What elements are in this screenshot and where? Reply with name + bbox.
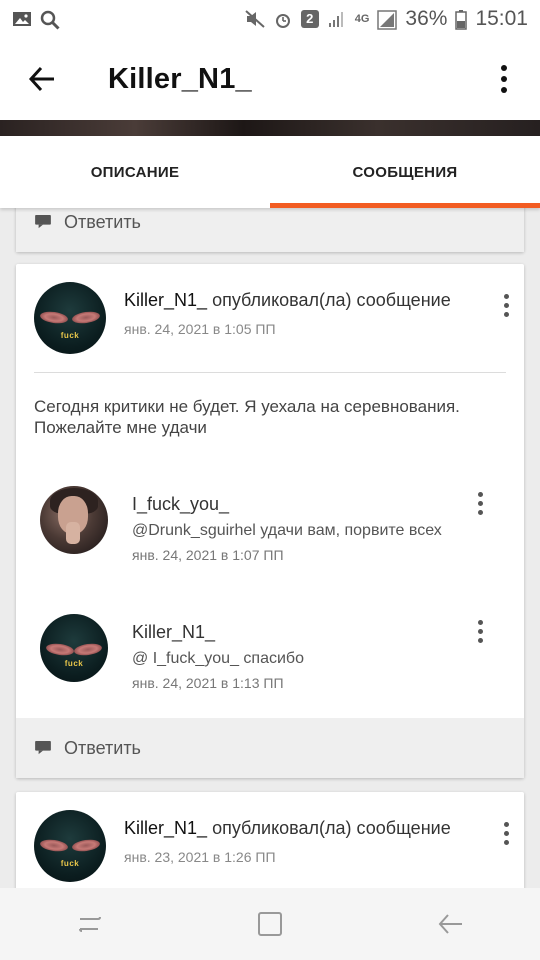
back-button[interactable] bbox=[0, 38, 84, 120]
post-more-button[interactable] bbox=[494, 290, 518, 320]
tab-description[interactable]: ОПИСАНИЕ bbox=[0, 136, 270, 208]
post-author[interactable]: Killer_N1_ bbox=[124, 290, 207, 310]
back-icon bbox=[438, 914, 462, 934]
comment-item: I_fuck_you_ @Drunk_sguirhel удачи вам, п… bbox=[40, 486, 506, 563]
post-timestamp: янв. 24, 2021 в 1:05 ПП bbox=[124, 321, 276, 337]
post-header: fuck Killer_N1_ опубликовал(ла) сообщени… bbox=[34, 810, 509, 884]
tab-bar: ОПИСАНИЕ СООБЩЕНИЯ bbox=[0, 136, 540, 208]
tab-messages[interactable]: СООБЩЕНИЯ bbox=[270, 136, 540, 208]
avatar[interactable]: fuck bbox=[34, 810, 106, 882]
home-button[interactable] bbox=[240, 894, 300, 954]
post-author[interactable]: Killer_N1_ bbox=[124, 818, 207, 838]
app-bar: Killer_N1_ bbox=[0, 38, 540, 120]
post-header: fuck Killer_N1_ опубликовал(ла) сообщени… bbox=[34, 282, 509, 356]
status-bar: 2 4G 36% 15:01 bbox=[0, 0, 540, 38]
signal-icon bbox=[327, 10, 347, 28]
alarm-icon bbox=[273, 10, 293, 28]
notification-count-badge: 2 bbox=[300, 10, 319, 28]
system-navigation-bar bbox=[0, 888, 540, 960]
header-banner-image bbox=[0, 120, 540, 136]
reply-button[interactable]: Ответить bbox=[16, 208, 524, 252]
search-icon bbox=[40, 10, 60, 30]
more-vert-icon bbox=[501, 65, 507, 71]
recents-button[interactable] bbox=[60, 894, 120, 954]
avatar[interactable] bbox=[40, 486, 108, 554]
comment-more-button[interactable] bbox=[468, 488, 492, 518]
gallery-icon bbox=[12, 10, 32, 28]
post-card: fuck Killer_N1_ опубликовал(ла) сообщени… bbox=[16, 264, 524, 778]
avatar[interactable]: fuck bbox=[40, 614, 108, 682]
comment-icon bbox=[35, 215, 51, 229]
arrow-left-icon bbox=[28, 66, 54, 92]
comment-item: fuck Killer_N1_ @ I_fuck_you_ спасибо ян… bbox=[40, 614, 506, 691]
comment-author[interactable]: Killer_N1_ bbox=[132, 622, 215, 643]
back-nav-button[interactable] bbox=[420, 894, 480, 954]
comment-timestamp: янв. 24, 2021 в 1:13 ПП bbox=[132, 675, 284, 691]
comment-timestamp: янв. 24, 2021 в 1:07 ПП bbox=[132, 547, 284, 563]
reply-label: Ответить bbox=[64, 211, 141, 232]
comment-text: @Drunk_sguirhel удачи вам, порвите всех bbox=[132, 522, 442, 539]
home-icon bbox=[258, 912, 282, 936]
comment-icon bbox=[35, 741, 51, 755]
recents-icon bbox=[79, 916, 101, 932]
reply-button[interactable]: Ответить bbox=[16, 718, 524, 778]
more-options-button[interactable] bbox=[468, 38, 540, 120]
comment-text: @ I_fuck_you_ спасибо bbox=[132, 650, 304, 667]
battery-percent: 36% bbox=[405, 7, 448, 30]
avatar[interactable]: fuck bbox=[34, 282, 106, 354]
comment-author[interactable]: I_fuck_you_ bbox=[132, 494, 229, 515]
clock: 15:01 bbox=[475, 7, 528, 30]
messages-feed[interactable]: Ответить fuck Killer_N1_ опубликовал(ла)… bbox=[0, 208, 540, 888]
post-card: fuck Killer_N1_ опубликовал(ла) сообщени… bbox=[16, 792, 524, 888]
network-type: 4G bbox=[354, 13, 370, 25]
reply-label: Ответить bbox=[64, 737, 141, 758]
post-action: опубликовал(ла) сообщение bbox=[212, 818, 451, 838]
post-timestamp: янв. 23, 2021 в 1:26 ПП bbox=[124, 849, 276, 865]
signal-strength-icon bbox=[377, 10, 398, 30]
mute-icon bbox=[245, 10, 265, 28]
battery-icon bbox=[455, 10, 468, 30]
comment-more-button[interactable] bbox=[468, 616, 492, 646]
page-title: Killer_N1_ bbox=[108, 62, 252, 95]
post-more-button[interactable] bbox=[494, 818, 518, 848]
previous-post-card: Ответить bbox=[16, 208, 524, 252]
divider bbox=[34, 372, 506, 373]
post-action: опубликовал(ла) сообщение bbox=[212, 290, 451, 310]
post-body: Сегодня критики не будет. Я уехала на се… bbox=[34, 397, 460, 437]
